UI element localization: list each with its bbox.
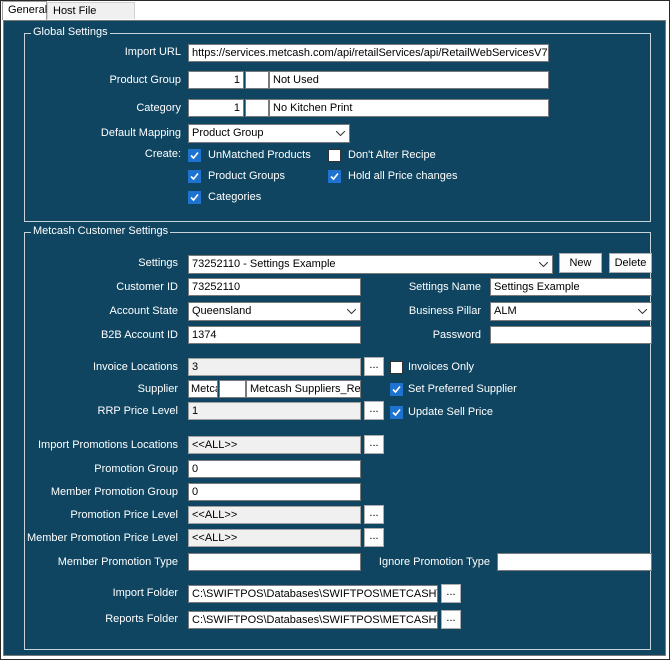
global-settings-title: Global Settings (31, 26, 110, 38)
settings-label: Settings (138, 257, 178, 269)
account-state-value: Queensland (192, 305, 252, 317)
category-number[interactable]: 1 (188, 99, 244, 117)
supplier-lookup[interactable] (219, 380, 246, 398)
supplier-code-field[interactable]: Metca (188, 380, 218, 398)
member-promotion-group-field[interactable]: 0 (188, 483, 361, 501)
import-promotions-locations-label: Import Promotions Locations (37, 439, 178, 451)
business-pillar-select[interactable]: ALM (490, 302, 652, 321)
b2b-account-id-label: B2B Account ID (100, 329, 178, 341)
member-promotion-price-level-browse-button[interactable]: ... (364, 528, 384, 547)
import-url-field[interactable]: https://services.metcash.com/api/retailS… (188, 44, 549, 62)
import-promotions-locations-field: <<ALL>> (188, 436, 361, 454)
settings-name-label: Settings Name (408, 281, 481, 293)
product-group-label: Product Group (109, 74, 181, 86)
metcash-settings-title: Metcash Customer Settings (31, 225, 171, 237)
member-promotion-type-field[interactable] (188, 553, 361, 571)
promotion-group-field[interactable]: 0 (188, 460, 361, 478)
chevron-down-icon (539, 256, 549, 273)
rrp-price-level-browse-button[interactable]: ... (364, 401, 384, 420)
general-panel: Global Settings Import URL https://servi… (3, 20, 666, 656)
password-label: Password (432, 329, 481, 341)
rrp-price-level-label: RRP Price Level (97, 405, 179, 417)
business-pillar-label: Business Pillar (408, 305, 481, 317)
chevron-down-icon (336, 125, 346, 142)
default-mapping-value: Product Group (192, 127, 264, 139)
member-promotion-price-level-label: Member Promotion Price Level (26, 532, 178, 544)
import-promotions-locations-browse-button[interactable]: ... (364, 435, 384, 454)
import-folder-field[interactable]: C:\SWIFTPOS\Databases\SWIFTPOS\METCASH\I… (188, 585, 438, 603)
unmatched-products-checkbox[interactable] (188, 149, 201, 162)
product-groups-label: Product Groups (208, 170, 286, 182)
category-label: Category (136, 102, 181, 114)
settings-value: 73252110 - Settings Example (192, 258, 336, 270)
update-sell-price-checkbox[interactable] (390, 406, 403, 419)
tab-host-file-mapping[interactable]: Host File Mapping (47, 2, 135, 34)
account-state-select[interactable]: Queensland (188, 302, 361, 321)
default-mapping-label: Default Mapping (100, 127, 181, 139)
customer-id-field[interactable]: 73252110 (188, 278, 361, 296)
categories-checkbox[interactable] (188, 191, 201, 204)
import-url-label: Import URL (124, 46, 181, 58)
account-state-label: Account State (109, 305, 179, 317)
rrp-price-level-field: 1 (188, 402, 361, 420)
category-lookup[interactable] (245, 99, 269, 117)
chevron-down-icon (638, 303, 648, 320)
dont-alter-recipe-checkbox[interactable] (328, 149, 341, 162)
product-group-number[interactable]: 1 (188, 71, 244, 89)
invoice-locations-label: Invoice Locations (93, 361, 178, 373)
promotion-group-label: Promotion Group (94, 463, 178, 475)
reports-folder-label: Reports Folder (105, 613, 178, 625)
invoice-locations-field: 3 (188, 358, 361, 376)
promotion-price-level-browse-button[interactable]: ... (364, 505, 384, 524)
password-field[interactable] (490, 326, 652, 344)
hold-price-changes-checkbox[interactable] (328, 170, 341, 183)
new-button[interactable]: New (559, 253, 602, 273)
invoices-only-checkbox[interactable] (390, 361, 403, 374)
default-mapping-select[interactable]: Product Group (188, 124, 350, 143)
update-sell-price-label: Update Sell Price (408, 406, 493, 418)
ignore-promotion-type-label: Ignore Promotion Type (378, 556, 490, 568)
product-group-lookup[interactable] (245, 71, 269, 89)
import-folder-browse-button[interactable]: ... (441, 584, 461, 603)
invoices-only-label: Invoices Only (408, 361, 475, 373)
import-folder-label: Import Folder (112, 587, 178, 599)
chevron-down-icon (347, 303, 357, 320)
delete-button[interactable]: Delete (609, 253, 652, 273)
unmatched-products-label: UnMatched Products (208, 149, 311, 161)
reports-folder-browse-button[interactable]: ... (441, 610, 461, 629)
category-name: No Kitchen Print (269, 99, 549, 117)
promotion-price-level-label: Promotion Price Level (70, 509, 178, 521)
hold-price-changes-label: Hold all Price changes (348, 170, 458, 182)
tab-general[interactable]: General (2, 1, 47, 20)
product-groups-checkbox[interactable] (188, 170, 201, 183)
b2b-account-id-field[interactable]: 1374 (188, 326, 361, 344)
business-pillar-value: ALM (494, 305, 517, 317)
member-promotion-group-label: Member Promotion Group (50, 486, 178, 498)
product-group-name: Not Used (269, 71, 549, 89)
reports-folder-field[interactable]: C:\SWIFTPOS\Databases\SWIFTPOS\METCASH\R… (188, 611, 438, 629)
supplier-label: Supplier (137, 383, 178, 395)
supplier-name-field: Metcash Suppliers_Restaura (246, 380, 361, 398)
dont-alter-recipe-label: Don't Alter Recipe (348, 149, 436, 161)
invoice-locations-browse-button[interactable]: ... (364, 357, 384, 376)
settings-name-field[interactable]: Settings Example (490, 278, 652, 296)
customer-id-label: Customer ID (116, 281, 178, 293)
set-preferred-supplier-label: Set Preferred Supplier (408, 383, 517, 395)
create-label: Create: (144, 148, 181, 160)
ignore-promotion-type-field[interactable] (497, 553, 652, 571)
promotion-price-level-field: <<ALL>> (188, 506, 361, 524)
settings-select[interactable]: 73252110 - Settings Example (188, 255, 553, 274)
member-promotion-price-level-field: <<ALL>> (188, 529, 361, 547)
member-promotion-type-label: Member Promotion Type (57, 556, 178, 568)
set-preferred-supplier-checkbox[interactable] (390, 383, 403, 396)
categories-label: Categories (208, 191, 262, 203)
